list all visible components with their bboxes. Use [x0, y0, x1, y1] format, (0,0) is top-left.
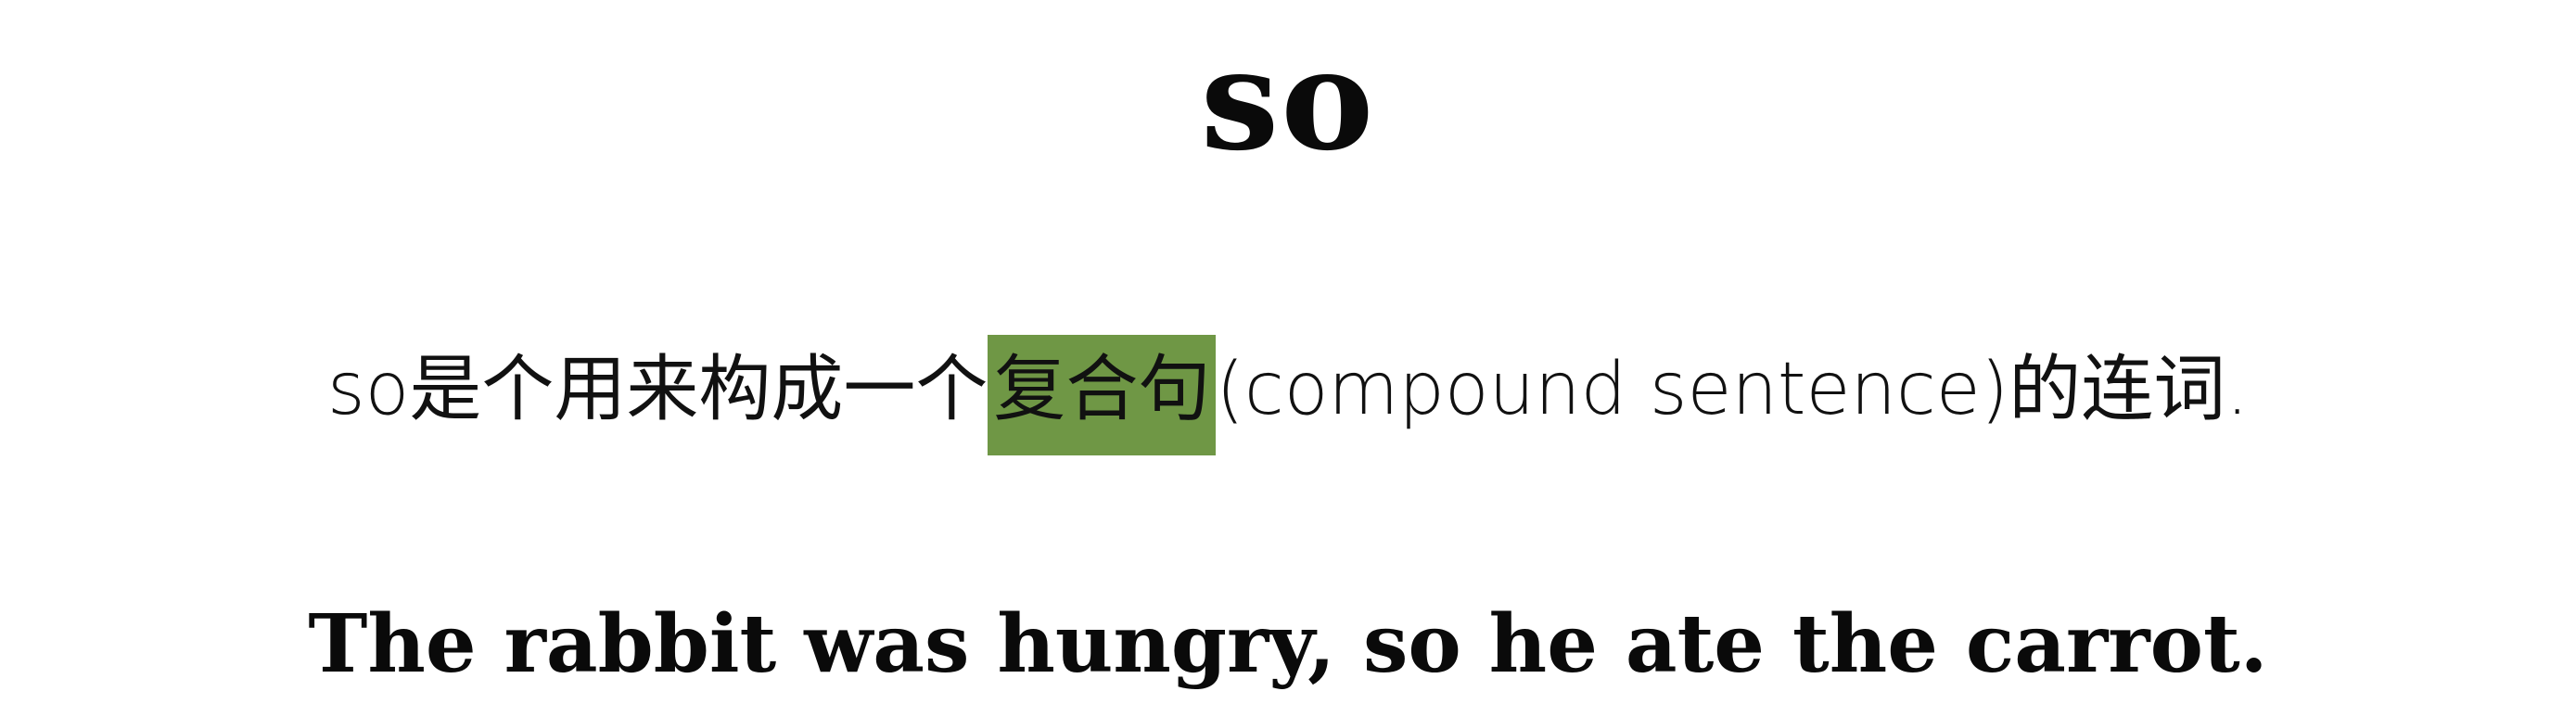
page-title: so [1200, 19, 1376, 182]
highlighted-term: 复合句 [988, 335, 1217, 455]
definition-before: so是个用来构成一个 [327, 348, 988, 431]
definition-text: so是个用来构成一个复合句(compound sentence)的连词. [0, 335, 2576, 455]
lesson-slide: so so是个用来构成一个复合句(compound sentence)的连词. … [0, 0, 2576, 717]
definition-after: (compound sentence)的连词. [1216, 348, 2249, 431]
example-sentence: The rabbit was hungry, so he ate the car… [308, 597, 2268, 691]
